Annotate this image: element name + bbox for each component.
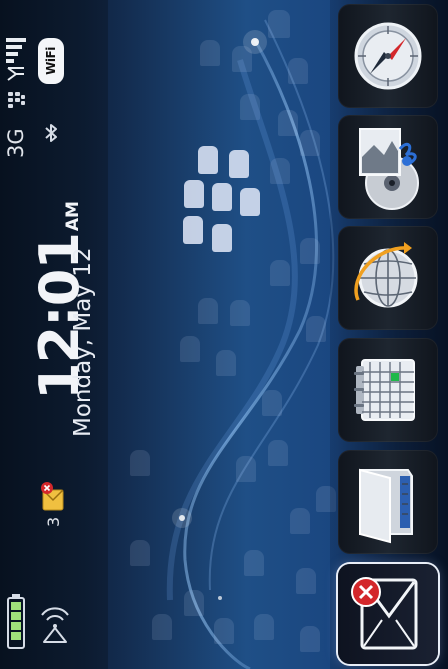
blackberry-logo-icon bbox=[8, 92, 25, 108]
globe-icon bbox=[354, 242, 418, 308]
dock-browser[interactable] bbox=[338, 4, 438, 108]
unread-message-count: 3 bbox=[44, 516, 63, 527]
folder-icon bbox=[359, 468, 413, 544]
date-label: Monday, May 12 bbox=[70, 247, 96, 437]
dock-files[interactable] bbox=[338, 450, 438, 554]
home-screen: 3G WiFi 12:01AM Monday, May 12 3 bbox=[0, 0, 448, 669]
calendar-icon bbox=[354, 359, 415, 421]
messages-icon bbox=[351, 577, 418, 650]
compass-icon bbox=[354, 22, 422, 90]
dock-maps[interactable] bbox=[338, 226, 438, 330]
wifi-label: WiFi bbox=[44, 47, 58, 75]
battery-icon bbox=[7, 594, 25, 649]
wireless-antenna-icon[interactable] bbox=[38, 606, 72, 646]
media-icon bbox=[359, 128, 419, 210]
dock-media[interactable] bbox=[338, 115, 438, 219]
dock-calendar[interactable] bbox=[338, 338, 438, 442]
dock-messages[interactable] bbox=[338, 564, 438, 664]
wifi-icon: WiFi bbox=[38, 38, 64, 84]
new-mail-notification-icon bbox=[41, 482, 64, 511]
bluetooth-icon bbox=[45, 124, 57, 142]
clock-ampm: AM bbox=[63, 201, 83, 232]
signal-strength-icon bbox=[6, 38, 26, 82]
network-type-label: 3G bbox=[4, 128, 28, 158]
